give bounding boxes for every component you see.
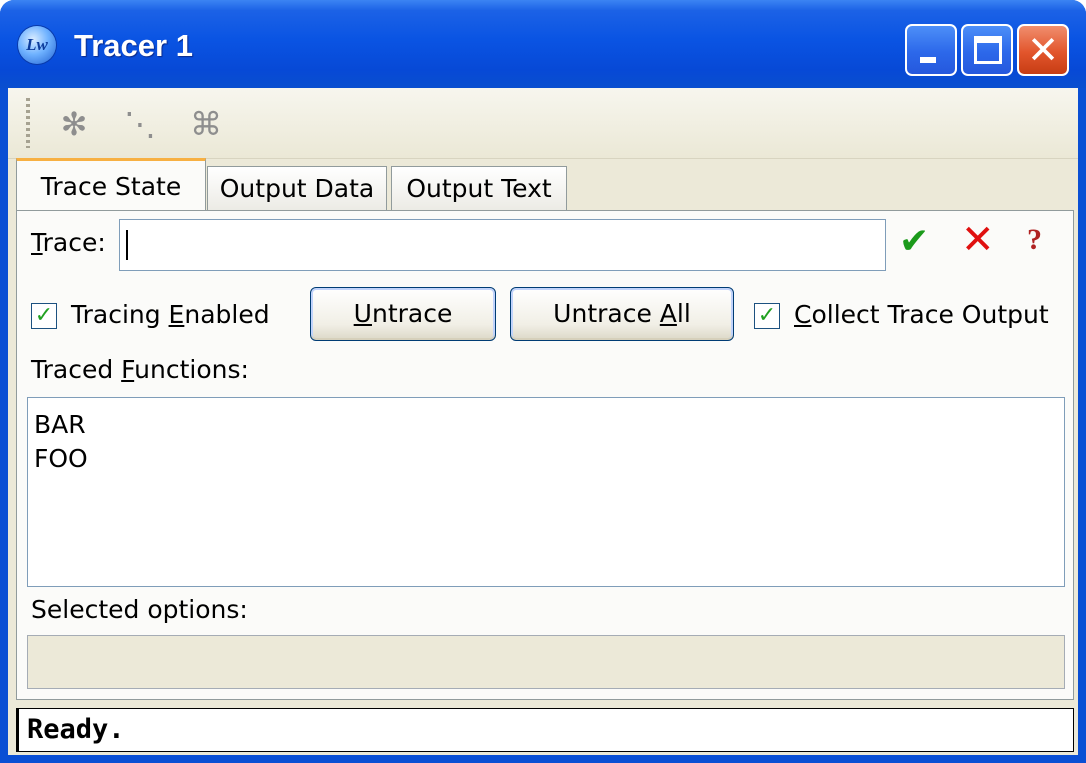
toolbar: ✻ ⋱ ⌘ xyxy=(8,88,1078,159)
minimize-button[interactable] xyxy=(905,24,957,76)
close-button[interactable]: ✕ xyxy=(1017,24,1069,76)
app-icon[interactable]: Lw xyxy=(18,26,56,64)
collect-trace-output-label[interactable]: Collect Trace Output xyxy=(794,300,1049,330)
untrace-all-icon[interactable]: ✻ xyxy=(52,102,96,146)
traced-functions-list[interactable]: BAR FOO xyxy=(27,397,1065,587)
maximize-icon xyxy=(974,36,1002,64)
title-bar[interactable]: Lw Tracer 1 ✕ xyxy=(0,0,1086,88)
untrace-button[interactable]: Untrace xyxy=(310,287,496,341)
tab-trace-state[interactable]: Trace State xyxy=(16,158,206,210)
tracing-enabled-label[interactable]: Tracing Enabled xyxy=(71,300,270,330)
tab-output-text[interactable]: Output Text xyxy=(391,166,567,210)
collect-trace-output-checkbox[interactable]: ✓ xyxy=(754,303,780,329)
window-client: ✻ ⋱ ⌘ Trace State Output Data Output Tex… xyxy=(8,88,1078,755)
tab-strip: Trace State Output Data Output Text xyxy=(8,158,1078,210)
cancel-x-icon[interactable]: ✕ xyxy=(961,217,995,263)
maximize-button[interactable] xyxy=(961,24,1013,76)
checkmark-icon[interactable]: ✔ xyxy=(899,221,929,262)
tracer-window: Lw Tracer 1 ✕ ✻ ⋱ ⌘ Trace State Output D… xyxy=(0,0,1086,763)
trace-label: Trace: xyxy=(31,228,106,257)
untrace-all-button[interactable]: Untrace All xyxy=(510,287,734,341)
traced-functions-label: Traced Functions: xyxy=(31,355,249,384)
list-item[interactable]: FOO xyxy=(34,442,1058,476)
tracing-enabled-checkbox[interactable]: ✓ xyxy=(31,303,57,329)
trace-state-panel: Trace: ✔ ✕ ? ✓ Tracing Enabled Untrace U… xyxy=(16,210,1074,700)
trace-input[interactable] xyxy=(119,219,886,271)
toolbar-grip[interactable] xyxy=(26,98,30,148)
close-icon: ✕ xyxy=(1027,28,1059,72)
minimize-icon xyxy=(920,57,936,63)
toggle-trace-icon[interactable]: ⌘ xyxy=(184,102,228,146)
selected-options-field xyxy=(27,635,1065,689)
selected-options-label: Selected options: xyxy=(31,595,248,624)
status-bar: Ready. xyxy=(16,708,1074,752)
text-caret xyxy=(126,230,128,260)
trace-icon[interactable]: ⋱ xyxy=(118,102,162,146)
help-icon[interactable]: ? xyxy=(1027,223,1042,257)
window-title: Tracer 1 xyxy=(74,28,193,63)
list-item[interactable]: BAR xyxy=(34,408,1058,442)
tab-output-data[interactable]: Output Data xyxy=(207,166,387,210)
